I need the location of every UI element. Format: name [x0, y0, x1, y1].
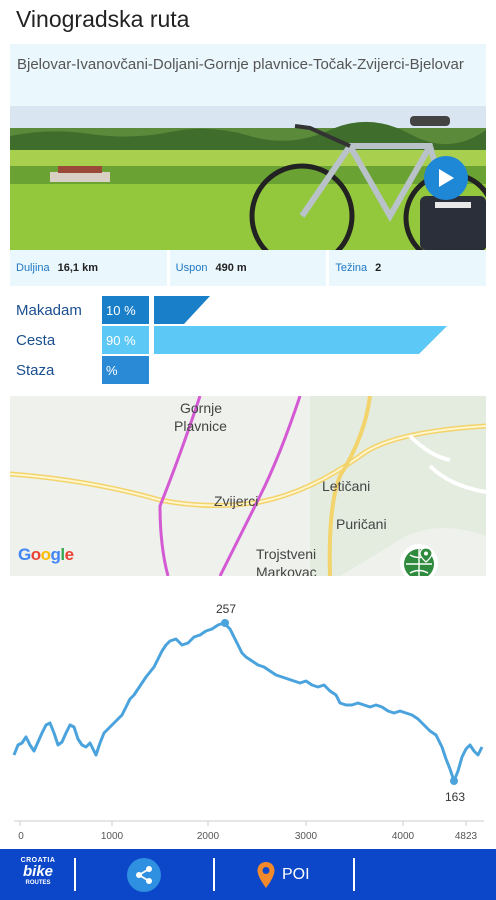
play-video-button[interactable]: [424, 156, 468, 200]
surface-bar: [154, 296, 210, 324]
map-place-label: Markovac: [256, 564, 317, 576]
page-title: Vinogradska ruta: [16, 6, 190, 32]
elevation-profile-chart: 257 163 0 1000 2000 3000 4000 4823: [12, 602, 484, 842]
surface-percent: 90 %: [102, 326, 149, 354]
surface-label: Cesta: [16, 332, 56, 349]
map-place-label: Trojstveni: [256, 546, 317, 562]
stat-label: Duljina: [16, 262, 50, 274]
x-tick-label: 4000: [392, 831, 415, 842]
toolbar-divider: [213, 858, 215, 891]
surface-bar: [154, 326, 447, 354]
stat-label: Uspon: [175, 262, 208, 274]
route-detail-screen: Vinogradska ruta Bjelovar-Ivanovčani-Dol…: [0, 0, 496, 900]
google-logo: Google: [18, 545, 74, 564]
map-place-label: Zvijerci: [214, 493, 259, 509]
x-tick-label: 3000: [295, 831, 318, 842]
map-place-label: Letičani: [322, 478, 371, 494]
route-description: Bjelovar-Ivanovčani-Doljani-Gornje plavn…: [17, 56, 464, 73]
play-icon: [439, 169, 454, 187]
surface-percent: %: [102, 356, 149, 384]
stat-difficulty: Težina 2: [329, 250, 487, 286]
route-description-panel: Bjelovar-Ivanovčani-Doljani-Gornje plavn…: [10, 44, 486, 106]
croatia-bike-logo[interactable]: CROATIA bike ROUTES: [14, 857, 62, 893]
logo-main-text: bike: [22, 863, 53, 880]
stat-length: Duljina 16,1 km: [10, 250, 167, 286]
surface-label: Makadam: [16, 302, 82, 319]
stat-value: 490 m: [215, 262, 247, 274]
surface-percent: 10 %: [102, 296, 149, 324]
bottom-toolbar: CROATIA bike ROUTES POI: [0, 849, 496, 900]
stat-value: 2: [375, 262, 382, 274]
map-place-label: Plavnice: [174, 418, 227, 434]
elevation-min-marker: [450, 777, 458, 785]
route-stats: Duljina 16,1 km Uspon 490 m Težina 2: [10, 250, 487, 286]
surface-row-makadam: Makadam 10 %: [16, 296, 486, 326]
x-tick-label: 1000: [101, 831, 124, 842]
x-tick-label: 4823: [455, 831, 478, 842]
route-map[interactable]: Gornje Plavnice Zvijerci Letičani Puriča…: [10, 396, 486, 576]
elevation-max-label: 257: [216, 602, 236, 616]
elevation-line: [12, 621, 484, 783]
elevation-max-marker: [221, 619, 229, 627]
poi-label: POI: [282, 866, 310, 883]
x-tick-label: 0: [18, 831, 24, 842]
stat-ascent: Uspon 490 m: [169, 250, 327, 286]
poi-button[interactable]: POI: [256, 860, 310, 890]
map-marker-icon: [257, 862, 275, 888]
elevation-min-label: 163: [445, 790, 465, 804]
surface-row-cesta: Cesta 90 %: [16, 326, 486, 356]
map-place-label: Puričani: [336, 516, 387, 532]
map-place-label: Gornje: [180, 400, 223, 416]
toolbar-divider: [353, 858, 355, 891]
share-button[interactable]: [127, 858, 161, 892]
surface-row-staza: Staza %: [16, 356, 486, 386]
map-location-icon: [404, 547, 434, 576]
surface-label: Staza: [16, 362, 55, 379]
route-photo-image: [10, 106, 486, 250]
stat-value: 16,1 km: [57, 262, 99, 274]
logo-bottom-text: ROUTES: [25, 880, 51, 886]
share-icon: [136, 866, 152, 884]
x-tick-label: 2000: [197, 831, 220, 842]
surface-breakdown: Makadam 10 % Cesta 90 % Staza %: [16, 296, 486, 386]
route-photo[interactable]: [10, 106, 486, 250]
open-map-button[interactable]: [400, 544, 438, 576]
stat-label: Težina: [335, 262, 368, 274]
toolbar-divider: [74, 858, 76, 891]
